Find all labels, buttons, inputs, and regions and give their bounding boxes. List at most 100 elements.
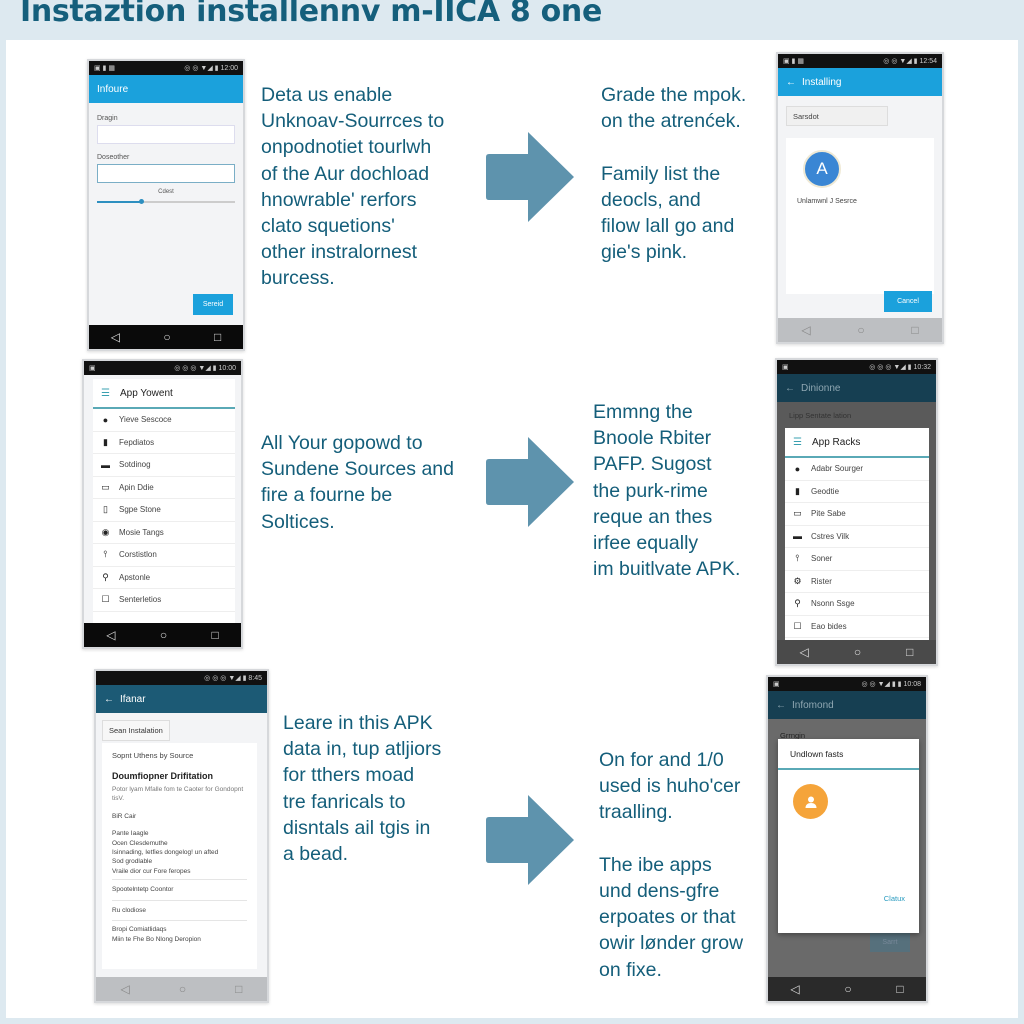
app-bar: ← Dinionne — [777, 374, 936, 402]
settings-icon: ⚙ — [793, 575, 802, 586]
back-arrow-icon[interactable]: ← — [104, 694, 114, 705]
recents-icon[interactable]: □ — [896, 982, 903, 996]
text-input-focused[interactable] — [97, 164, 235, 183]
step-line: Unknoav-Sourrces to — [261, 110, 445, 133]
list-item[interactable]: ⫯ Corstistlon — [93, 544, 235, 567]
app-bar-title: Infoure — [97, 83, 129, 95]
step-line: irfee equally — [593, 532, 699, 555]
step-text-4: Emmng the Bnoole Rbiter PAFP. Sugost the pu… — [593, 399, 740, 582]
back-arrow-icon[interactable]: ← — [776, 700, 786, 711]
step-line: for tthers moad — [283, 764, 415, 787]
slider-thumb[interactable] — [139, 199, 145, 204]
list-item[interactable]: ▯ Sgpe Stone — [93, 499, 235, 522]
step-text-3: All Your gopowd to Sundene Sources and fir… — [261, 430, 454, 535]
section-title: Lipp Sentate lation — [789, 411, 852, 420]
list-item[interactable]: ▬ Cstres Vilk — [785, 526, 929, 548]
home-icon[interactable]: ○ — [163, 330, 170, 344]
step-line — [599, 826, 743, 852]
status-bar: ▣ ▮ ▦ ◎ ◎ ▼◢ ▮ 12:00 — [89, 61, 243, 75]
recents-icon[interactable]: □ — [212, 628, 219, 642]
back-icon[interactable]: ◁ — [790, 982, 799, 996]
list-item[interactable]: ▬ Sotdinog — [93, 454, 235, 477]
back-arrow-icon[interactable]: ← — [785, 383, 795, 394]
menu-icon[interactable]: ☰ — [793, 437, 802, 448]
card-row[interactable]: Ru clodiose — [112, 901, 247, 922]
list-item-label: Sotdinog — [119, 460, 151, 470]
dialog-ok-button[interactable]: Clatux — [884, 894, 905, 903]
back-icon[interactable]: ◁ — [121, 982, 130, 996]
card-line: Vraile dior cur Fore feropes — [112, 867, 191, 875]
cancel-button[interactable]: Cancel — [884, 291, 932, 312]
list-item-label: Senterletios — [119, 595, 162, 605]
step-line: on the atrenćek. — [601, 110, 741, 133]
list-item[interactable]: ▮ Fepdiatos — [93, 432, 235, 454]
list-item[interactable]: ⚙ Rister — [785, 571, 929, 593]
menu-icon[interactable]: ☰ — [101, 388, 110, 399]
list-item[interactable]: ☐ Eao bides — [785, 616, 929, 638]
list-item-label: Apin Ddie — [119, 482, 154, 492]
back-icon[interactable]: ◁ — [111, 330, 120, 344]
list-item[interactable]: ● Adabr Sourger — [785, 458, 929, 481]
card-line: Bropi Comiatlidaqs — [112, 926, 167, 934]
back-icon[interactable]: ◁ — [106, 628, 115, 642]
back-arrow-icon[interactable]: ← — [786, 77, 796, 88]
step-line: traalling. — [599, 801, 673, 824]
checkbox-icon: ☐ — [793, 620, 802, 631]
list-item[interactable]: ● Yieve Sescoce — [93, 409, 235, 432]
list-item[interactable]: ☐ Senterletios — [93, 589, 235, 612]
step-line: data in, tup atljiors — [283, 738, 442, 761]
card-line: Miin te Fhe Bo Nlong Deropion — [112, 935, 201, 943]
step-line: onpodnotiet tourlwh — [261, 136, 432, 159]
submit-button[interactable]: Sereid — [193, 294, 233, 315]
card-row[interactable]: Spootelntetp Coontor — [112, 880, 247, 901]
status-bar: ▣ ◎ ◎ ◎ ▼◢ ▮ 10:00 — [84, 361, 241, 375]
status-bar: ▣ ◎ ◎ ▼◢ ▮ ▮ 10:08 — [768, 677, 926, 691]
list-item[interactable]: ▭ Apin Ddie — [93, 477, 235, 499]
home-icon[interactable]: ○ — [179, 982, 186, 996]
search-field[interactable]: Sarsdot — [786, 106, 888, 126]
step-line: used is huho'cer — [599, 775, 741, 798]
scan-chip[interactable]: Sean Instalation — [102, 720, 170, 741]
home-icon[interactable]: ○ — [160, 628, 167, 642]
home-icon[interactable]: ○ — [854, 645, 861, 659]
home-icon[interactable]: ○ — [844, 982, 851, 996]
list-item-label: Corstistlon — [119, 550, 157, 560]
step-line: deocls, and — [601, 188, 701, 211]
step-line: a bead. — [283, 843, 349, 866]
app-name: Unlamwnl J Sesrce — [797, 198, 857, 205]
recents-icon[interactable]: □ — [906, 645, 913, 659]
back-icon[interactable]: ◁ — [801, 323, 810, 337]
list-item-label: Geodtie — [811, 486, 840, 496]
step-line — [601, 134, 746, 160]
home-icon[interactable]: ○ — [857, 323, 864, 337]
card-description: Potor lyam Mfalle fom te Caoter for Gond… — [112, 785, 244, 803]
list-item-label: Rister — [811, 576, 832, 586]
phone-screen-app-racks: ▣ ◎ ◎ ◎ ▼◢ ▮ 10:32 ← Dinionne Lipp Sentate… — [775, 358, 938, 666]
list-item[interactable]: ⚲ Apstonle — [93, 567, 235, 589]
storage-icon: ▬ — [101, 459, 110, 470]
card-label: BiR Cair — [112, 812, 137, 820]
list-item[interactable]: ▭ Pite Sabe — [785, 503, 929, 526]
recents-icon[interactable]: □ — [235, 982, 242, 996]
list-item[interactable]: ⫯ Soner — [785, 548, 929, 571]
step-line: Bnoole Rbiter — [593, 427, 712, 450]
step-line: Sundene Sources and — [261, 458, 454, 481]
field-label: Dragin — [97, 115, 118, 122]
slider[interactable] — [97, 198, 235, 206]
list-item[interactable]: ▮ Geodtie — [785, 481, 929, 503]
nav-bar: ◁ ○ □ — [777, 640, 936, 664]
step-line: PAFP. Sugost — [593, 453, 712, 476]
recents-icon[interactable]: □ — [214, 330, 221, 344]
card-line: Sod grodlable — [112, 858, 153, 866]
list-item-label: Apstonle — [119, 572, 151, 582]
text-input[interactable] — [97, 125, 235, 144]
list-item[interactable]: ◉ Mosie Tangs — [93, 522, 235, 544]
list-item[interactable]: ⚲ Nsonn Ssge — [785, 593, 929, 616]
status-bar: ▣ ▮ ▦ ◎ ◎ ▼◢ ▮ 12:54 — [778, 54, 942, 68]
recents-icon[interactable]: □ — [911, 323, 918, 337]
list-item-label: Mosie Tangs — [119, 527, 164, 537]
detail-card: Sopnt Uthens by Source Doumfiopner Drifi… — [102, 743, 257, 969]
step-line: Grade the mpok. — [601, 84, 747, 106]
back-icon[interactable]: ◁ — [800, 645, 809, 659]
menu-list: ☰ App Yowent ● Yieve Sescoce ▮ Fepdiatos ▬ Sot… — [93, 379, 235, 625]
